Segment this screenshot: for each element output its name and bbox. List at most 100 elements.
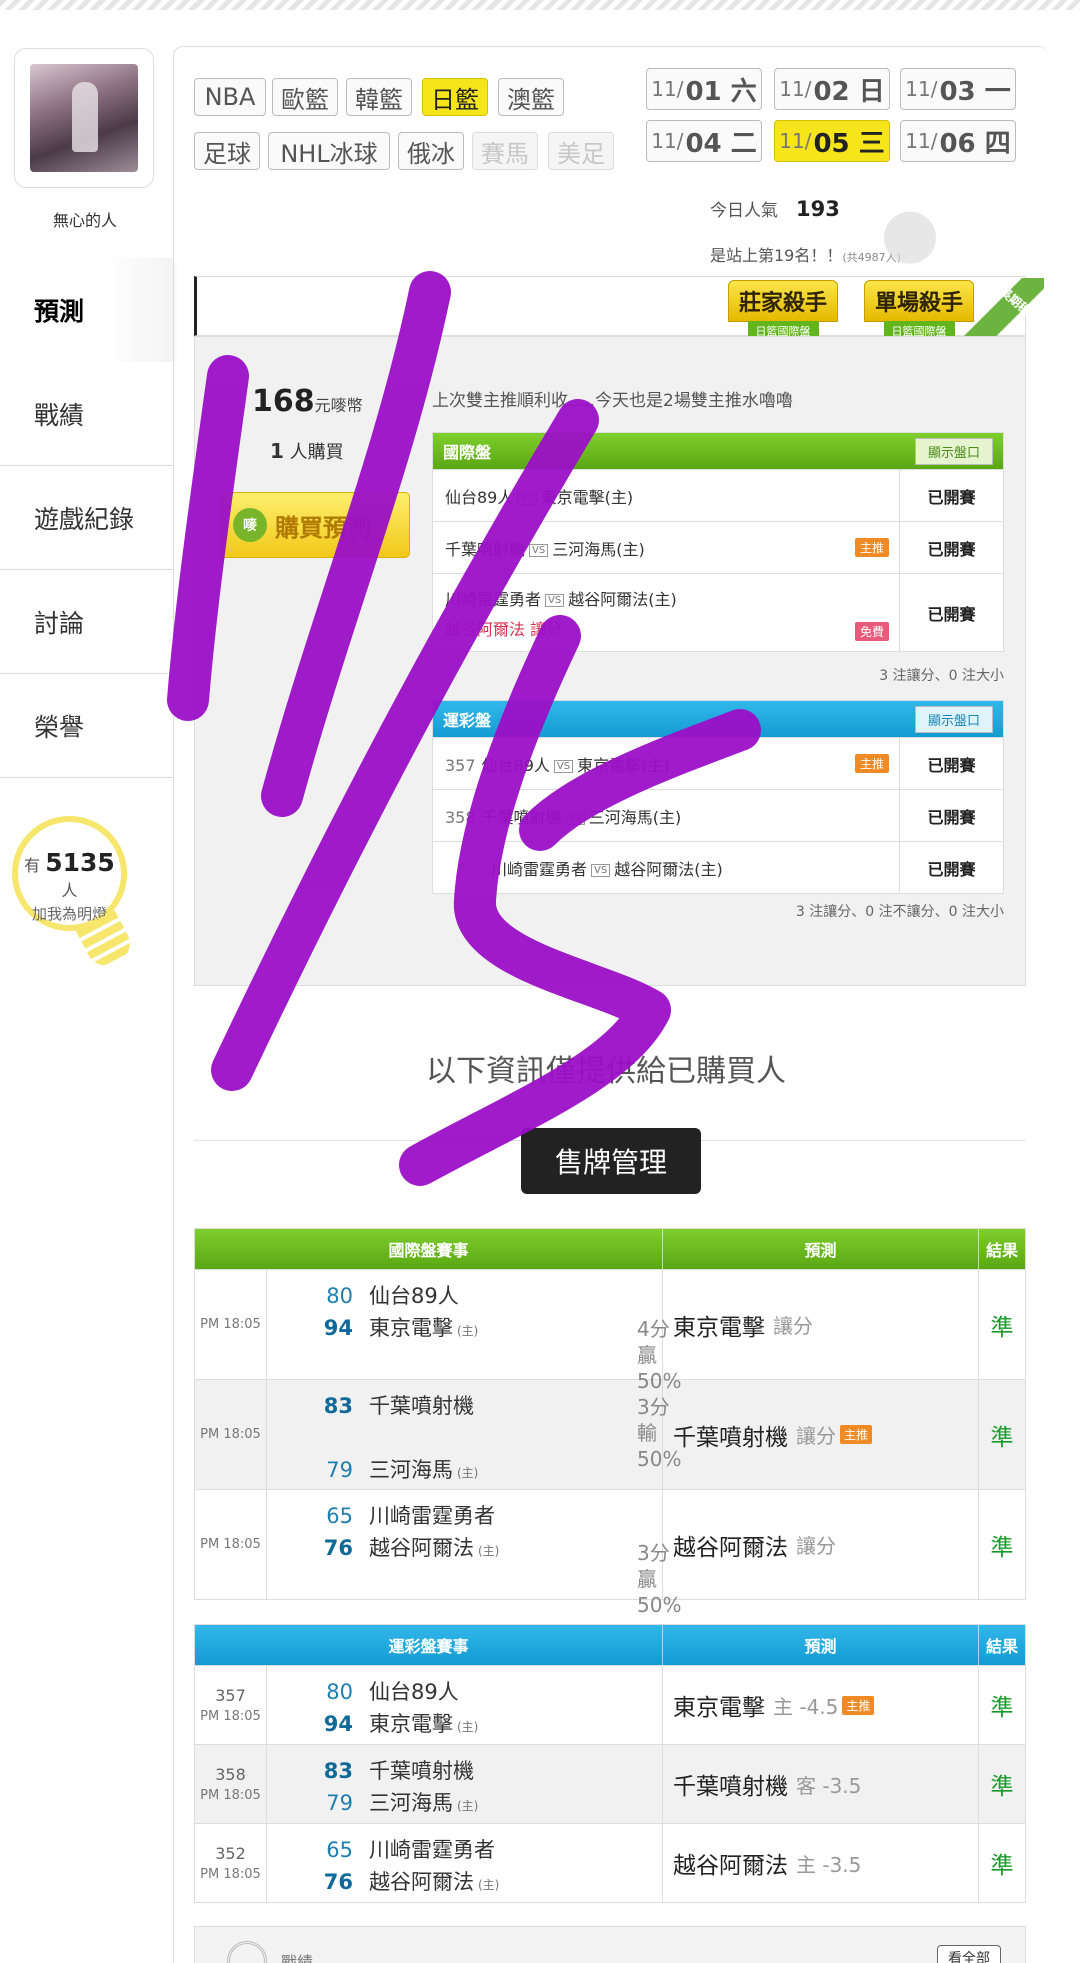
- score: 94: [323, 1712, 353, 1736]
- score: 76: [323, 1870, 353, 1894]
- pick-note: 上次雙主推順利收.....今天也是2場雙主推水嚕嚕: [432, 391, 793, 411]
- away-team: 千葉噴射機: [445, 539, 526, 559]
- intl-results-table: 國際盤賽事 預測 結果 PM 18:05 80 仙台89人 94 東京電擊 (主) 4…: [194, 1228, 1026, 1617]
- sport-euro-basketball[interactable]: 歐籃: [272, 78, 338, 116]
- date-1102[interactable]: 11/02 日: [774, 68, 890, 110]
- popularity-value: 193: [796, 197, 840, 221]
- vs-icon: VS: [517, 491, 537, 505]
- pick-team: 越谷阿爾法: [673, 1534, 788, 1561]
- buyers-value: 1: [270, 439, 284, 463]
- pick-type: 讓分: [796, 1534, 836, 1558]
- date-day: 01 六: [685, 76, 757, 107]
- sport-nhl[interactable]: NHL冰球: [268, 132, 390, 170]
- date-month: 11/: [651, 77, 684, 101]
- team-row: 94 東京電擊 (主): [307, 1312, 479, 1342]
- sport-australia-basketball[interactable]: 澳籃: [498, 78, 564, 116]
- sport-japan-basketball[interactable]: 日籃: [422, 78, 488, 116]
- buyers-only-notice: 以下資訊僅提供給已購買人: [426, 1054, 786, 1089]
- sale-management-button[interactable]: 售牌管理: [521, 1128, 701, 1194]
- game-id: 357: [445, 755, 476, 775]
- sport-soccer[interactable]: 足球: [194, 132, 260, 170]
- sport-korea-basketball[interactable]: 韓籃: [346, 78, 412, 116]
- home-team: 三河海馬(主): [588, 807, 682, 827]
- game-scores: 80 仙台89人 94 東京電擊 (主) 4分贏 50%: [267, 1270, 681, 1393]
- sidebar-item-game-log[interactable]: 遊戲紀錄: [0, 466, 174, 570]
- score: 65: [326, 1504, 353, 1528]
- col-result: 結果: [985, 1637, 1018, 1656]
- table-row: PM 18:05 80 仙台89人 94 東京電擊 (主) 4分贏 50% 東京電擊 讓分…: [195, 1269, 1025, 1393]
- sport-horse-racing[interactable]: 賽馬: [472, 132, 538, 170]
- date-1105[interactable]: 11/05 三: [774, 120, 890, 162]
- badge-banker-killer: 莊家殺手 日籃國際盤: [726, 276, 840, 344]
- home-team: 越谷阿爾法(主): [614, 859, 723, 879]
- date-1106[interactable]: 11/06 四: [900, 120, 1016, 162]
- home-mark: (主): [457, 1466, 479, 1480]
- score: 80: [326, 1680, 353, 1704]
- match-status: 已開賽: [899, 842, 1003, 893]
- team-row: 94 東京電擊 (主): [307, 1708, 479, 1738]
- away-team: 仙台89人: [445, 487, 514, 507]
- avatar-frame[interactable]: [14, 48, 154, 188]
- sports-pick-header: 運彩盤 顯示盤口: [433, 701, 1003, 737]
- margin-text: 3分輸: [637, 1395, 670, 1445]
- show-odds-button[interactable]: 顯示盤口: [914, 705, 993, 733]
- fans-unit: 人: [61, 881, 78, 900]
- sports-pick-title: 運彩盤: [443, 711, 492, 730]
- sidebar-item-honors[interactable]: 榮譽: [0, 674, 174, 778]
- game-id: 358: [215, 1765, 246, 1784]
- date-day: 04 二: [685, 128, 757, 159]
- team-name: 仙台89人: [369, 1284, 459, 1308]
- team-name: 東京電擊: [369, 1712, 453, 1736]
- pick-team: 越谷阿爾法: [673, 1853, 788, 1879]
- home-mark: (主): [457, 1324, 479, 1338]
- prediction: 東京電擊主 -4.5 主推: [663, 1666, 979, 1744]
- sports-pick-row: 川崎雷霆勇者 VS 越谷阿爾法(主) 已開賽: [433, 841, 1003, 893]
- main-pick-tag: 主推: [840, 1425, 873, 1444]
- date-day: 02 日: [813, 76, 885, 107]
- team-name: 三河海馬: [369, 1791, 453, 1815]
- pick-type: 客 -3.5: [796, 1773, 862, 1798]
- home-team: 東京電擊(主): [577, 755, 670, 775]
- date-1103[interactable]: 11/03 一: [900, 68, 1016, 110]
- game-scores: 83 千葉噴射機 79 三河海馬 (主) 3分輸 50%: [267, 1380, 681, 1489]
- score: 79: [326, 1791, 353, 1815]
- buy-prediction-button[interactable]: 嘜購買預測: [220, 492, 410, 558]
- home-team: 東京電擊(主): [540, 487, 634, 507]
- price-unit: 元嘜幣: [314, 396, 363, 415]
- team-row: 80 仙台89人: [307, 1676, 458, 1706]
- time-text: PM 18:05: [200, 1317, 261, 1332]
- sports-pick-table: 運彩盤 顯示盤口 357 仙台89人 VS 東京電擊(主) 主推 已開賽 358 千葉噴射…: [432, 700, 1004, 894]
- margin-text: 3分贏: [637, 1541, 670, 1591]
- vs-icon: VS: [553, 759, 574, 773]
- sidebar-item-record[interactable]: 戰績: [0, 362, 174, 466]
- table-row: 357 PM 18:05 80 仙台89人 94 東京電擊 (主) 東京電擊主 -4.5…: [195, 1665, 1025, 1744]
- team-name: 越谷阿爾法: [369, 1870, 474, 1894]
- view-all-button[interactable]: 看全部: [937, 1945, 1001, 1963]
- result: 準: [990, 1534, 1014, 1561]
- away-team: 川崎雷霆勇者: [445, 589, 542, 609]
- date-1104[interactable]: 11/04 二: [646, 120, 762, 162]
- table-row: 358 PM 18:05 83 千葉噴射機 79 三河海馬 (主) 千葉噴射機客 -3.…: [195, 1744, 1025, 1823]
- matchup: 358 千葉噴射機 VS 三河海馬(主): [433, 790, 899, 841]
- date-1101[interactable]: 11/01 六: [646, 68, 762, 110]
- sport-russia-hockey[interactable]: 俄冰: [398, 132, 464, 170]
- sport-american-football[interactable]: 美足: [548, 132, 614, 170]
- result: 準: [990, 1853, 1014, 1879]
- prediction: 越谷阿爾法主 -3.5: [663, 1824, 979, 1902]
- pick-type: 主 -3.5: [796, 1852, 862, 1877]
- sidebar-item-discussion[interactable]: 討論: [0, 570, 174, 674]
- free-pick-detail: 越谷阿爾法 讓分: [445, 619, 563, 639]
- score: 83: [323, 1759, 353, 1783]
- sport-nba[interactable]: NBA: [194, 78, 266, 116]
- show-odds-button[interactable]: 顯示盤口: [914, 437, 993, 465]
- main-pick-tag: 主推: [854, 538, 889, 557]
- col-result: 結果: [985, 1241, 1018, 1260]
- record-section: 戰績 看全部: [194, 1926, 1026, 1963]
- score: 76: [323, 1536, 353, 1560]
- top-edge-decoration: [0, 0, 1080, 10]
- sidebar-item-predictions[interactable]: 預測: [0, 258, 174, 362]
- team-name: 川崎雷霆勇者: [369, 1838, 495, 1862]
- home-team: 越谷阿爾法(主): [568, 589, 677, 609]
- game-time: 358 PM 18:05: [195, 1745, 267, 1823]
- date-day: 06 四: [939, 128, 1011, 159]
